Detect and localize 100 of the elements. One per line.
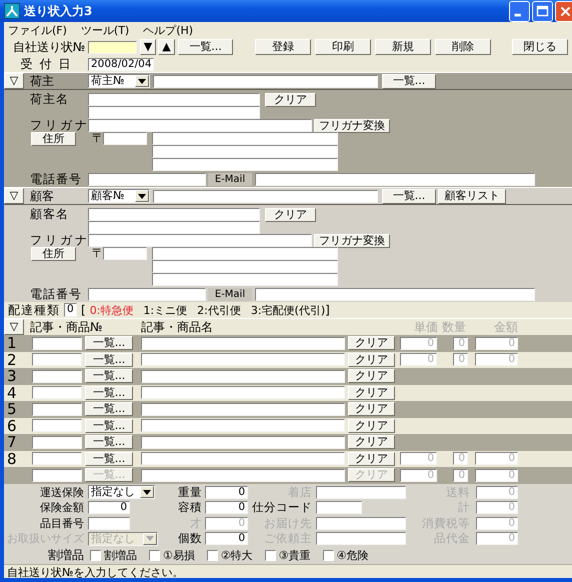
list-button[interactable]: 一覧... [85,435,133,450]
item-name-field[interactable] [141,402,345,416]
clear-button[interactable]: クリア [348,418,395,433]
item-name-field[interactable] [141,386,345,400]
list-button[interactable]: 一覧... [85,352,133,367]
email-field[interactable] [255,173,535,186]
previous-button[interactable]: ▲ [158,39,175,55]
maximize-icon[interactable] [532,0,553,22]
action-button[interactable]: 削除 [435,39,491,55]
menu-item[interactable]: ファイル(F) [8,22,67,38]
item-name-field[interactable] [141,452,345,466]
action-button[interactable]: 登録 [255,39,311,55]
clear-button[interactable]: クリア [348,369,395,384]
close-button[interactable]: 閉じる [512,39,568,55]
kana-field[interactable] [88,234,312,247]
text-field[interactable] [316,532,406,546]
clear-button[interactable]: クリア [348,402,395,416]
address-field[interactable] [152,145,338,158]
clear-button[interactable]: クリア [348,386,395,400]
selector-dropdown[interactable]: 顧客№ [88,189,150,203]
checkbox[interactable]: ①易損 [149,548,195,562]
postal-code-field[interactable] [103,132,147,145]
list-button[interactable]: 一覧... [85,336,133,350]
address-button[interactable]: 住所 [31,132,76,146]
date-field[interactable]: 2008/02/04 [88,58,154,70]
item-number-field[interactable] [32,336,82,350]
clear-button[interactable]: クリア [348,435,395,450]
list-button[interactable]: 一覧... [85,452,133,466]
text-field[interactable] [316,501,362,514]
text-field[interactable] [316,516,406,530]
list-button[interactable]: 一覧... [178,39,233,55]
item-name-field[interactable] [141,419,345,432]
address-field[interactable] [152,260,338,273]
text-field[interactable] [316,486,406,499]
text-field[interactable] [153,74,378,88]
kana-convert-button[interactable]: フリガナ変換 [314,234,390,248]
item-number-field[interactable] [32,419,82,432]
text-field[interactable]: 0 [205,501,248,514]
item-number-field[interactable] [32,468,82,482]
close-icon[interactable] [555,0,572,22]
item-number-field[interactable] [32,353,82,366]
item-name-field[interactable] [141,353,345,366]
menu-item[interactable]: ヘルプ(H) [143,22,194,38]
clear-button[interactable]: クリア [348,336,395,350]
delivery-type-field[interactable]: 0 [64,303,77,317]
clear-button[interactable]: クリア [348,352,395,367]
text-field[interactable]: 0 [205,486,248,499]
expand-button[interactable]: ▽ [4,188,24,204]
item-name-field[interactable] [141,468,345,482]
minimize-icon[interactable] [509,0,530,22]
expand-button[interactable]: ▽ [4,73,24,89]
text-field[interactable] [153,190,378,202]
next-button[interactable]: ▼ [140,39,156,55]
list-button[interactable]: 一覧... [85,369,133,384]
checkbox[interactable]: ②特大 [206,548,253,562]
list-button[interactable]: 顧客リスト [438,188,506,204]
item-number-field[interactable] [32,452,82,466]
menu-item[interactable]: ツール(T) [80,22,130,38]
address-field[interactable] [152,247,338,260]
address-field[interactable] [152,273,338,286]
email-field[interactable] [255,288,535,301]
item-number-field[interactable] [32,370,82,383]
address-button[interactable]: 住所 [31,246,76,260]
item-number-field[interactable] [32,386,82,400]
expand-button[interactable]: ▽ [4,319,24,335]
list-button[interactable]: 一覧... [382,188,436,204]
name-field[interactable] [88,208,260,221]
address-field[interactable] [152,132,338,145]
item-name-field[interactable] [141,436,345,449]
checkbox[interactable]: ④危険 [322,548,368,562]
list-button[interactable]: 一覧... [85,418,133,433]
postal-code-field[interactable] [103,247,147,260]
list-button[interactable]: 一覧... [382,74,436,88]
clear-button[interactable]: クリア [265,92,316,106]
text-field[interactable] [88,516,130,530]
clear-button[interactable]: クリア [265,208,316,222]
action-button[interactable]: 印刷 [315,39,371,55]
text-field[interactable]: 0 [205,532,248,546]
kana-convert-button[interactable]: フリガナ変換 [314,118,390,132]
item-number-field[interactable] [32,402,82,416]
list-button[interactable]: 一覧... [85,402,133,416]
item-number-field[interactable] [32,436,82,449]
item-name-field[interactable] [141,336,345,350]
name-field[interactable] [88,93,260,106]
checkbox[interactable]: 割増品 [90,548,137,562]
list-button[interactable]: 一覧... [85,386,133,400]
item-name-field[interactable] [141,370,345,383]
phone-field[interactable] [88,288,206,301]
select-dropdown[interactable]: 指定なし [88,485,155,500]
phone-field[interactable] [88,173,206,186]
name-field[interactable] [88,106,260,119]
kana-field[interactable] [88,119,312,132]
address-field[interactable] [152,158,338,171]
text-field[interactable]: 0 [88,501,130,514]
clear-button[interactable]: クリア [348,452,395,466]
checkbox[interactable]: ③貴重 [264,548,311,562]
selector-dropdown[interactable]: 荷主№ [88,74,150,88]
name-field[interactable] [88,221,260,234]
action-button[interactable]: 新規 [375,39,431,55]
invoice-number-field[interactable] [88,40,137,54]
